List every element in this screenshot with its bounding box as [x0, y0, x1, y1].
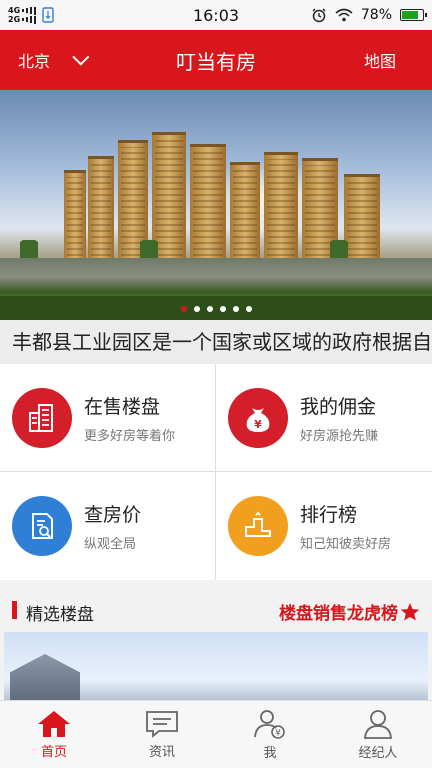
- status-left: 4G 2G: [0, 6, 54, 24]
- user-commission-icon: ¥: [254, 709, 285, 739]
- city-label: 北京: [18, 52, 51, 71]
- chevron-down-icon: [72, 48, 90, 66]
- carousel-dot[interactable]: [219, 306, 226, 312]
- feature-title: 在售楼盘: [84, 396, 161, 418]
- carousel-dot[interactable]: [206, 306, 213, 312]
- svg-text:¥: ¥: [275, 728, 281, 738]
- document-search-icon: [12, 496, 72, 556]
- tab-label: 首页: [40, 744, 67, 760]
- network-indicator: 4G 2G: [8, 6, 37, 24]
- carousel-dot[interactable]: [193, 306, 200, 312]
- feature-title: 我的佣金: [300, 396, 377, 418]
- property-image-roof: [10, 654, 80, 700]
- battery-percent: 78%: [360, 7, 392, 23]
- map-button[interactable]: 地图: [364, 48, 396, 72]
- star-icon: [400, 602, 420, 620]
- section-accent-bar: [12, 601, 17, 619]
- carousel-indicators[interactable]: [0, 306, 432, 312]
- tab-news[interactable]: 资讯: [108, 701, 216, 768]
- buildings-icon: [12, 388, 72, 448]
- featured-property-card[interactable]: [4, 632, 428, 700]
- carousel-dot[interactable]: [180, 306, 187, 312]
- tab-label: 资讯: [148, 744, 175, 760]
- home-icon: [38, 710, 70, 737]
- feature-ranking[interactable]: 排行榜 知己知彼卖好房: [216, 472, 432, 580]
- feature-title: 排行榜: [300, 504, 358, 526]
- sales-ranking-label: 楼盘销售龙虎榜: [279, 604, 398, 624]
- banner-building: [64, 170, 86, 262]
- carousel-dot[interactable]: [232, 306, 239, 312]
- banner-building: [264, 152, 298, 262]
- section-title: 精选楼盘: [26, 605, 94, 625]
- feature-price-check[interactable]: 查房价 纵观全局: [0, 472, 216, 580]
- signal-bars-icon: [22, 15, 37, 24]
- network-1-label: 4G: [8, 6, 21, 15]
- feature-grid: 在售楼盘 更多好房等着你 ¥ 我的佣金 好房源抢先赚 查房价 纵观全局 排行榜 …: [0, 364, 432, 580]
- status-bar: 4G 2G 16:03 78%: [0, 0, 432, 30]
- wifi-icon: [335, 8, 353, 22]
- tab-me[interactable]: ¥ 我: [216, 701, 324, 768]
- banner-building: [190, 144, 226, 262]
- feature-subtitle: 知己知彼卖好房: [300, 537, 392, 552]
- sales-ranking-link[interactable]: 楼盘销售龙虎榜: [279, 599, 420, 624]
- news-ticker[interactable]: 丰都县工业园区是一个国家或区域的政府根据自: [0, 320, 432, 364]
- tab-label: 经纪人: [358, 745, 398, 761]
- banner-carousel[interactable]: [0, 90, 432, 320]
- feature-subtitle: 更多好房等着你: [84, 429, 176, 444]
- feature-commission[interactable]: ¥ 我的佣金 好房源抢先赚: [216, 364, 432, 472]
- status-right: 78%: [311, 7, 427, 23]
- network-2-label: 2G: [8, 15, 21, 24]
- banner-building: [230, 162, 260, 262]
- battery-icon: [400, 9, 427, 21]
- city-selector[interactable]: 北京: [18, 48, 90, 72]
- feature-on-sale[interactable]: 在售楼盘 更多好房等着你: [0, 364, 216, 472]
- feature-subtitle: 好房源抢先赚: [300, 429, 379, 444]
- signal-bars-icon: [22, 6, 37, 15]
- agent-icon: [364, 709, 392, 739]
- banner-building: [344, 174, 380, 262]
- tab-label: 我: [263, 745, 277, 761]
- carousel-dot[interactable]: [245, 306, 252, 312]
- feature-subtitle: 纵观全局: [84, 537, 137, 552]
- banner-building: [88, 156, 114, 262]
- featured-section-header: 精选楼盘 楼盘销售龙虎榜: [0, 580, 432, 630]
- money-bag-icon: ¥: [228, 388, 288, 448]
- tab-agent[interactable]: 经纪人: [324, 701, 432, 768]
- podium-icon: [228, 496, 288, 556]
- news-icon: [146, 710, 178, 738]
- notification-app-icon: [42, 7, 54, 23]
- feature-title: 查房价: [84, 504, 142, 526]
- app-header: 北京 叮当有房 地图: [0, 30, 432, 90]
- bottom-tab-bar: 首页 资讯 ¥ 我 经纪人: [0, 700, 432, 768]
- svg-text:¥: ¥: [254, 418, 262, 431]
- tab-home[interactable]: 首页: [0, 701, 108, 768]
- alarm-icon: [312, 8, 326, 23]
